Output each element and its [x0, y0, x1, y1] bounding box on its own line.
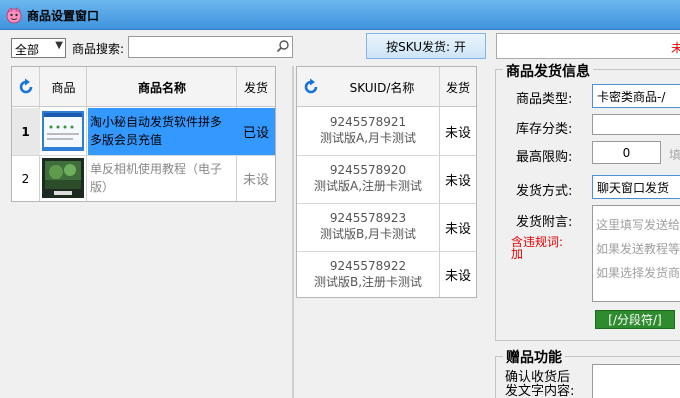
sku-id: 9245578922	[329, 259, 407, 273]
sku-ship-status: 未设	[444, 174, 471, 189]
max-purchase-input[interactable]: 0	[592, 141, 661, 164]
sku-id: 9245578923	[329, 211, 407, 225]
confirm-receipt-label: 确认收货后 发文字内容:	[505, 370, 575, 398]
max-purchase-label: 最高限购:	[516, 150, 573, 165]
refresh-icon	[19, 78, 33, 94]
category-select[interactable]: 全部 ▼	[11, 38, 66, 58]
product-thumbnail	[42, 158, 84, 198]
search-input[interactable]	[128, 36, 293, 58]
insert-segment-separator-button[interactable]: [/分段符/]	[595, 310, 675, 329]
product-name-line: 单反相机使用教程（电子	[90, 162, 223, 176]
sku-table: SKUID/名称 发货 9245578921 测试版A,月卡测试 未设 9245…	[296, 66, 477, 298]
title-bar: 商品设置窗口	[0, 0, 680, 30]
category-select-value: 全部	[15, 43, 40, 57]
ship-status: 已设	[242, 126, 269, 141]
column-header-skuid-name[interactable]: SKUID/名称	[325, 67, 439, 107]
max-purchase-hint: 填	[669, 148, 680, 162]
sku-id: 9245578920	[329, 163, 407, 177]
product-type-select[interactable]: 卡密类商品-/	[592, 84, 680, 108]
panel-splitter[interactable]	[292, 66, 294, 398]
column-header-ship[interactable]: 发货	[237, 67, 275, 107]
sku-name: 测试版B,月卡测试	[319, 227, 417, 241]
confirm-receipt-text-input[interactable]	[592, 364, 680, 398]
delivery-method-label: 发货方式:	[516, 184, 573, 199]
column-header-sku-ship[interactable]: 发货	[440, 67, 476, 107]
window-title: 商品设置窗口	[27, 9, 100, 23]
sku-ship-status: 未设	[444, 269, 471, 284]
table-row[interactable]: 9245578922 测试版B,注册卡测试	[297, 258, 439, 290]
product-table: 商品 商品名称 发货 1 淘小秘自动发货软件拼多 多版会员充值 已设 2 单反相…	[11, 66, 276, 202]
sku-refresh-button[interactable]	[297, 67, 325, 107]
status-box: 未	[496, 33, 680, 59]
chevron-down-icon: ▼	[55, 40, 63, 51]
product-name-line: 多版会员充值	[90, 133, 163, 147]
delivery-method-select[interactable]: 聊天窗口发货	[592, 175, 680, 199]
table-row[interactable]: 9245578923 测试版B,月卡测试	[297, 210, 439, 242]
violation-words-label: 含违规词: 加	[511, 235, 564, 261]
app-logo-icon	[6, 7, 22, 24]
product-name-line: 淘小秘自动发货软件拼多	[90, 115, 223, 129]
column-header-product-name[interactable]: 商品名称	[87, 67, 237, 107]
table-row[interactable]: 9245578921 测试版A,月卡测试	[297, 114, 439, 146]
gift-section-title: 赠品功能	[503, 347, 565, 367]
sku-name: 测试版A,注册卡测试	[313, 179, 423, 193]
refresh-icon	[304, 78, 318, 94]
product-refresh-button[interactable]	[12, 67, 40, 107]
sku-name: 测试版B,注册卡测试	[313, 275, 423, 289]
delivery-note-textarea[interactable]: 这里填写发送给 如果发送教程等 如果选择发货商	[592, 205, 680, 302]
column-header-product[interactable]: 商品	[40, 67, 87, 107]
row-index: 2	[21, 171, 30, 186]
product-name-line: 版）	[90, 180, 115, 194]
delivery-note-label: 发货附言:	[516, 215, 573, 230]
status-text: 未	[671, 41, 680, 55]
search-icon[interactable]	[276, 39, 290, 53]
sku-ship-status: 未设	[444, 126, 471, 141]
sku-name: 测试版A,月卡测试	[319, 131, 417, 145]
product-thumbnail	[42, 111, 84, 151]
delivery-info-title: 商品发货信息	[503, 61, 593, 81]
stock-category-label: 库存分类:	[516, 122, 573, 137]
stock-category-input[interactable]	[592, 114, 680, 135]
table-row[interactable]: 9245578920 测试版A,注册卡测试	[297, 162, 439, 194]
sku-ship-status: 未设	[444, 222, 471, 237]
row-index: 1	[21, 124, 30, 139]
sku-id: 9245578921	[329, 115, 407, 129]
product-type-label: 商品类型:	[516, 92, 573, 107]
ship-status: 未设	[242, 173, 269, 188]
search-label: 商品搜索:	[72, 42, 125, 56]
sku-delivery-toggle-button[interactable]: 按SKU发货: 开	[366, 33, 486, 59]
